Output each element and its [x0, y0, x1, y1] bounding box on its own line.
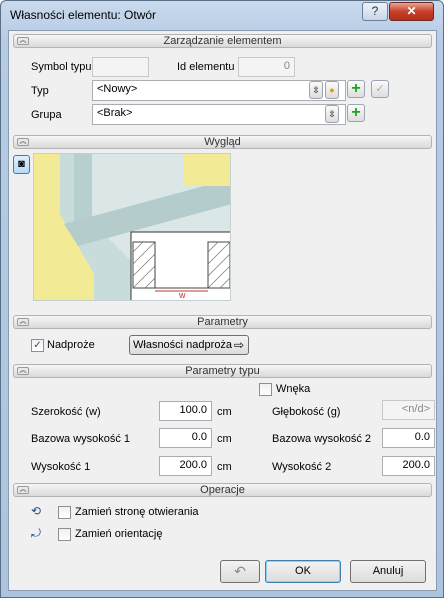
- section-management-header[interactable]: ︽ Zarządzanie elementem: [13, 34, 432, 48]
- camera-icon: ◙: [18, 158, 25, 170]
- cancel-button[interactable]: Anuluj: [350, 560, 426, 583]
- swap-orientation-label: Zamień orientację: [75, 528, 163, 540]
- height-2-input[interactable]: 200.0: [382, 456, 435, 476]
- checkmark-icon: ✓: [375, 83, 385, 95]
- dialog-window: Własności elementu: Otwór ? ✕ ︽ Zarządza…: [0, 0, 444, 598]
- group-select-value: <Brak>: [97, 107, 133, 119]
- type-label: Typ: [31, 85, 49, 97]
- swap-opening-checkbox[interactable]: [58, 506, 71, 519]
- apply-type-button[interactable]: ✓: [371, 80, 389, 98]
- section-type-parameters-header[interactable]: ︽ Parametry typu: [13, 364, 432, 378]
- base-height-2-input[interactable]: 0.0: [382, 428, 435, 448]
- width-dimension-label: w: [178, 290, 186, 300]
- section-parameters-header[interactable]: ︽ Parametry: [13, 315, 432, 329]
- collapse-icon[interactable]: ︽: [17, 138, 29, 146]
- swap-opening-icon: ⟲: [31, 504, 42, 518]
- width-unit: cm: [217, 406, 232, 418]
- depth-label: Głębokość (g): [272, 406, 341, 418]
- element-preview: w: [33, 153, 231, 301]
- recess-label: Wnęka: [276, 383, 311, 395]
- group-label: Grupa: [31, 109, 62, 121]
- height-1-input[interactable]: 200.0: [159, 456, 212, 476]
- collapse-icon[interactable]: ︽: [17, 318, 29, 326]
- group-dropdown-button[interactable]: ⇳: [325, 105, 339, 123]
- type-dropdown-button[interactable]: ⇳: [309, 81, 323, 99]
- symbol-type-field[interactable]: [92, 57, 149, 77]
- collapse-icon[interactable]: ︽: [17, 37, 29, 45]
- section-appearance-title: Wygląd: [204, 136, 241, 148]
- close-button[interactable]: ✕: [389, 2, 434, 21]
- section-management-title: Zarządzanie elementem: [163, 35, 282, 47]
- element-id-field[interactable]: 0: [238, 57, 295, 77]
- lightbulb-icon: ●: [329, 85, 335, 95]
- swap-orientation-checkbox[interactable]: [58, 528, 71, 541]
- group-select[interactable]: <Brak>: [92, 104, 346, 125]
- title-bar[interactable]: Własności elementu: Otwór ? ✕: [1, 1, 443, 29]
- swap-orientation-icon: ⤾: [31, 526, 41, 540]
- help-button[interactable]: ?: [362, 2, 388, 21]
- window-title: Własności elementu: Otwór: [10, 8, 157, 22]
- section-type-parameters-title: Parametry typu: [185, 365, 260, 377]
- element-id-label: Id elementu: [177, 61, 235, 73]
- lintel-properties-button[interactable]: Własności nadproża ⇨: [129, 335, 249, 355]
- plus-icon: +: [351, 104, 361, 121]
- scroll-dropdown-icon: ⇳: [312, 85, 320, 95]
- lintel-label: Nadproże: [47, 339, 95, 351]
- dialog-body: ︽ Zarządzanie elementem Symbol typu Id e…: [8, 30, 437, 591]
- add-group-button[interactable]: +: [347, 104, 365, 122]
- recess-checkbox[interactable]: [259, 383, 272, 396]
- lintel-properties-label: Własności nadproża: [133, 339, 233, 351]
- type-select-value: <Nowy>: [97, 83, 138, 95]
- preview-drawing: w: [34, 154, 230, 300]
- type-lamp-button[interactable]: ●: [325, 81, 339, 99]
- height-2-label: Wysokość 2: [272, 461, 332, 473]
- height-1-label: Wysokość 1: [31, 461, 91, 473]
- section-appearance-header[interactable]: ︽ Wygląd: [13, 135, 432, 149]
- symbol-type-label: Symbol typu: [31, 61, 92, 73]
- swap-opening-label: Zamień stronę otwierania: [75, 506, 199, 518]
- base-height-1-label: Bazowa wysokość 1: [31, 433, 131, 445]
- type-select[interactable]: <Nowy>: [92, 80, 346, 101]
- scroll-dropdown-icon: ⇳: [328, 109, 336, 119]
- section-parameters-title: Parametry: [197, 316, 248, 328]
- height-1-unit: cm: [217, 461, 232, 473]
- collapse-icon[interactable]: ︽: [17, 486, 29, 494]
- add-type-button[interactable]: +: [347, 80, 365, 98]
- width-input[interactable]: 100.0: [159, 401, 212, 421]
- section-operations-header[interactable]: ︽ Operacje: [13, 483, 432, 497]
- camera-view-button[interactable]: ◙: [13, 155, 30, 174]
- width-label: Szerokość (w): [31, 406, 101, 418]
- section-operations-title: Operacje: [200, 484, 245, 496]
- depth-input[interactable]: <n/d>: [382, 400, 435, 420]
- base-height-1-unit: cm: [217, 433, 232, 445]
- base-height-1-input[interactable]: 0.0: [159, 428, 212, 448]
- open-dialog-icon: ⇨: [233, 338, 244, 352]
- ok-button[interactable]: OK: [265, 560, 341, 583]
- lintel-checkbox[interactable]: ✓: [31, 339, 44, 352]
- plus-icon: +: [351, 80, 361, 97]
- collapse-icon[interactable]: ︽: [17, 367, 29, 375]
- base-height-2-label: Bazowa wysokość 2: [272, 433, 372, 445]
- undo-button[interactable]: ↶: [220, 560, 260, 583]
